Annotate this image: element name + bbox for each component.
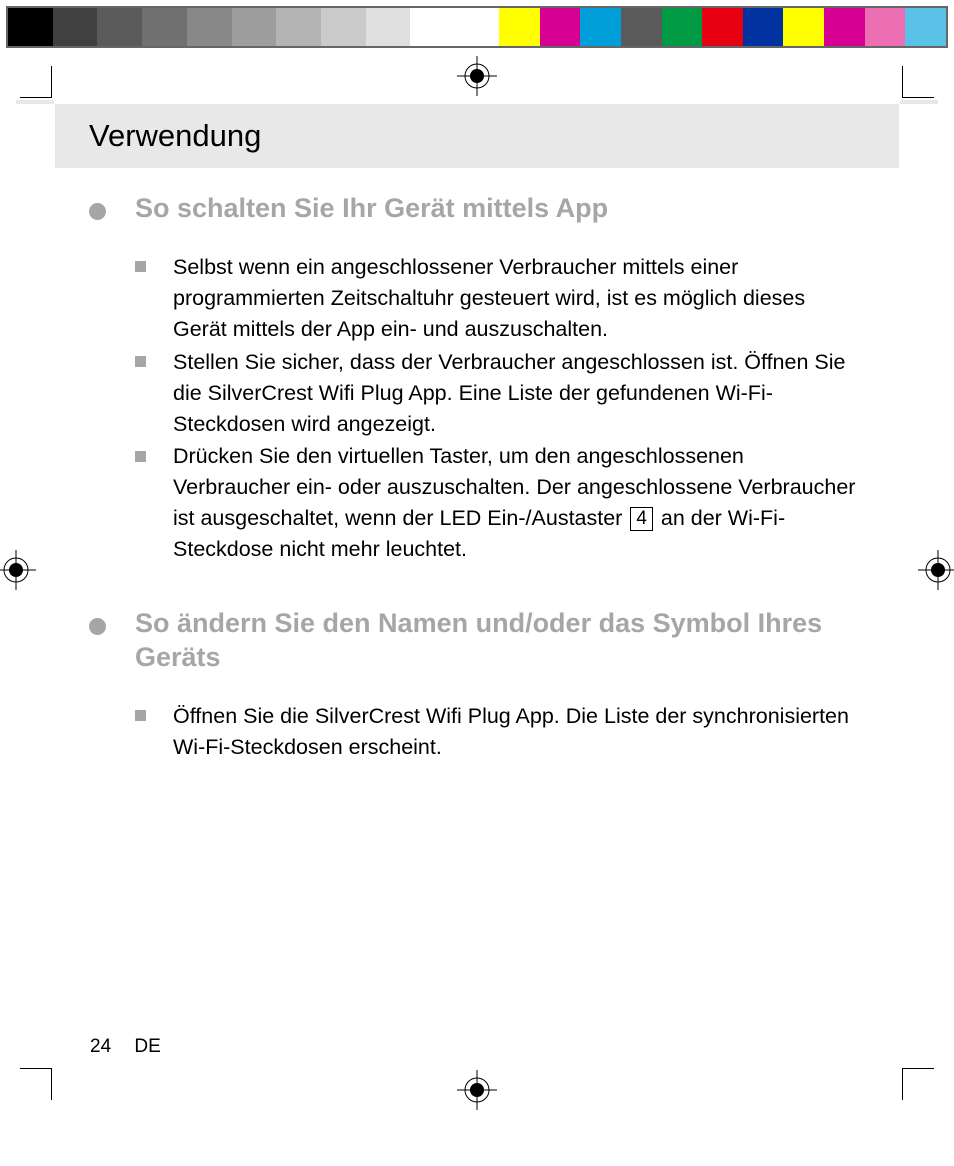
color-swatch (743, 8, 784, 46)
color-swatch (662, 8, 703, 46)
subsection-heading: So ändern Sie den Namen und/oder das Sym… (89, 607, 859, 675)
bullet-list: Selbst wenn ein angeschlossener Verbrauc… (89, 252, 859, 566)
color-swatch (621, 8, 662, 46)
color-swatch (97, 8, 142, 46)
reference-number-box: 4 (630, 507, 653, 531)
color-swatch (232, 8, 277, 46)
page-number: 24 (90, 1036, 111, 1057)
color-swatch (865, 8, 906, 46)
list-item: Öffnen Sie die SilverCrest Wifi Plug App… (135, 701, 859, 763)
page-footer: 24 DE (90, 1036, 161, 1058)
trim-guide (16, 100, 54, 104)
color-swatch (499, 8, 540, 46)
subsection-heading: So schalten Sie Ihr Gerät mittels App (89, 192, 859, 226)
page-title: Verwendung (89, 118, 261, 154)
color-swatch (580, 8, 621, 46)
page-language: DE (134, 1036, 160, 1057)
registration-mark-icon (0, 550, 36, 590)
registration-mark-icon (918, 550, 954, 590)
print-color-strip (6, 6, 948, 48)
color-swatch (366, 8, 411, 46)
color-swatch (321, 8, 366, 46)
list-item: Selbst wenn ein angeschlossener Verbrauc… (135, 252, 859, 345)
crop-mark-icon (902, 1068, 934, 1100)
color-swatch (53, 8, 98, 46)
color-swatch (540, 8, 581, 46)
color-swatch (8, 8, 53, 46)
color-swatch (142, 8, 187, 46)
color-swatch (276, 8, 321, 46)
bullet-list: Öffnen Sie die SilverCrest Wifi Plug App… (89, 701, 859, 763)
crop-mark-icon (20, 66, 52, 98)
registration-mark-icon (457, 1070, 497, 1110)
crop-mark-icon (902, 66, 934, 98)
registration-mark-icon (457, 56, 497, 96)
color-swatch (702, 8, 743, 46)
color-swatch (824, 8, 865, 46)
color-swatch (783, 8, 824, 46)
page: Verwendung So schalten Sie Ihr Gerät mit… (55, 100, 899, 1066)
color-swatch (410, 8, 455, 46)
list-item: Stellen Sie sicher, dass der Verbraucher… (135, 347, 859, 440)
trim-guide (900, 100, 938, 104)
color-swatch (905, 8, 946, 46)
section-header: Verwendung (55, 104, 899, 168)
list-item: Drücken Sie den virtuellen Taster, um de… (135, 441, 859, 565)
color-swatch (187, 8, 232, 46)
crop-mark-icon (20, 1068, 52, 1100)
